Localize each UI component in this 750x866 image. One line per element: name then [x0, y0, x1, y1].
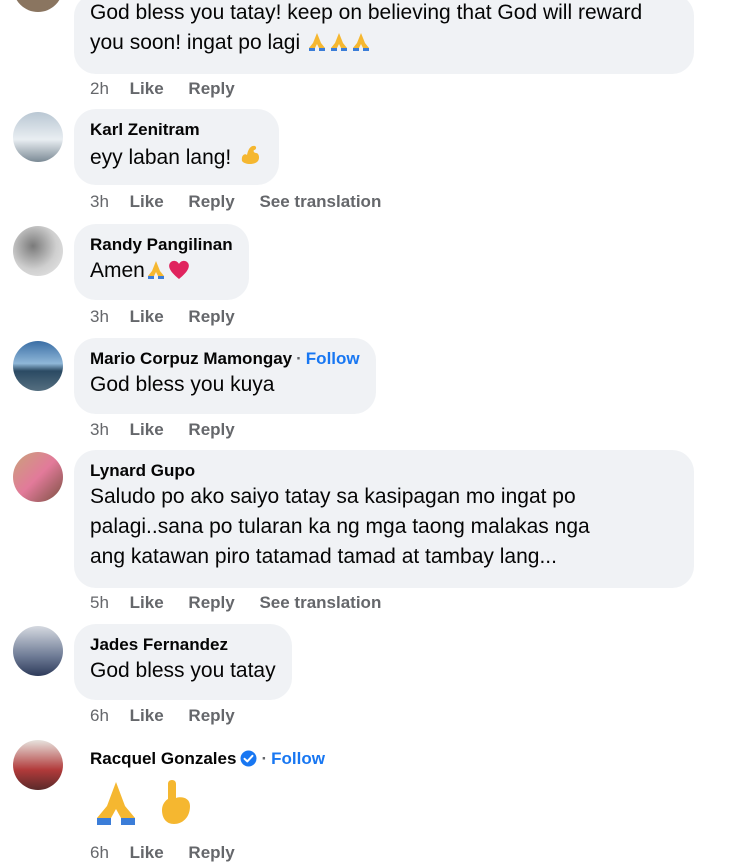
like-button[interactable]: Like	[130, 843, 164, 862]
comment-actions: 3h Like Reply See translation	[90, 192, 401, 212]
reply-button[interactable]: Reply	[188, 79, 234, 98]
comment-actions: 3h Like Reply	[90, 420, 255, 440]
avatar[interactable]	[13, 0, 63, 12]
reply-button[interactable]: Reply	[188, 192, 234, 211]
index-pointing-up-icon	[162, 780, 191, 824]
comment-time[interactable]: 5h	[90, 593, 109, 612]
comment-time[interactable]: 6h	[90, 706, 109, 725]
avatar[interactable]	[13, 626, 63, 676]
like-button[interactable]: Like	[130, 420, 164, 439]
commenter-name[interactable]: Jades Fernandez	[90, 635, 228, 654]
comment-actions: 2h Like Reply	[90, 79, 255, 99]
avatar[interactable]	[13, 452, 63, 502]
red-heart-icon	[169, 260, 189, 279]
comment-text-line: palagi..sana po tularan ka ng mga taong …	[90, 515, 590, 538]
comment-bubble: Mario Corpuz Mamongay · Follow God bless y…	[74, 338, 376, 414]
comment-text-line: ang katawan piro tatamad tamad at tambay…	[90, 545, 557, 568]
comment-bubble: God bless you tatay! keep on believing t…	[74, 0, 694, 74]
comment-text: Saludo po ako saiyo tatay sa kasipagan m…	[90, 482, 678, 572]
follow-button[interactable]: Follow	[271, 749, 325, 768]
praying-hands-icon	[97, 782, 135, 825]
comment-time[interactable]: 6h	[90, 843, 109, 862]
like-button[interactable]: Like	[130, 307, 164, 326]
commenter-name[interactable]: Mario Corpuz Mamongay	[90, 349, 292, 368]
praying-hands-icon	[147, 261, 164, 279]
comment-bubble: Randy Pangilinan Amen	[74, 224, 249, 300]
avatar[interactable]	[13, 226, 63, 276]
reply-button[interactable]: Reply	[188, 843, 234, 862]
comment-text: God bless you tatay! keep on believing t…	[90, 0, 678, 58]
comment-emoji-content	[90, 776, 200, 833]
flexed-biceps-icon	[241, 145, 260, 164]
like-button[interactable]: Like	[130, 79, 164, 98]
avatar[interactable]	[13, 112, 63, 162]
avatar[interactable]	[13, 740, 63, 790]
like-button[interactable]: Like	[130, 192, 164, 211]
comment-time[interactable]: 3h	[90, 192, 109, 211]
see-translation-link[interactable]: See translation	[259, 593, 381, 612]
separator-dot: ·	[296, 349, 302, 368]
separator-dot: ·	[261, 749, 268, 768]
praying-hands-icon	[331, 33, 347, 51]
avatar[interactable]	[13, 341, 63, 391]
like-button[interactable]: Like	[130, 593, 164, 612]
comment-time[interactable]: 2h	[90, 79, 109, 98]
comment-time[interactable]: 3h	[90, 307, 109, 326]
commenter-name[interactable]: Racquel Gonzales	[90, 749, 236, 768]
comment-text-line: Saludo po ako saiyo tatay sa kasipagan m…	[90, 485, 576, 508]
comment-text: God bless you kuya	[90, 373, 275, 396]
comment-actions: 6h Like Reply	[90, 706, 255, 726]
comment-header: Racquel Gonzales · Follow	[90, 748, 325, 770]
verified-badge-icon	[240, 750, 257, 767]
commenter-name[interactable]: Karl Zenitram	[90, 120, 200, 139]
praying-hands-icon	[309, 33, 325, 51]
comment-text-part: eyy laban lang!	[90, 146, 232, 169]
comment-text-part: Amen	[90, 259, 145, 282]
comment-actions: 3h Like Reply	[90, 307, 255, 327]
like-button[interactable]: Like	[130, 706, 164, 725]
comment-time[interactable]: 3h	[90, 420, 109, 439]
comment-text: God bless you tatay	[90, 659, 276, 682]
praying-hands-icon	[353, 33, 369, 51]
commenter-name[interactable]: Randy Pangilinan	[90, 235, 233, 254]
comment-text: Amen	[90, 256, 233, 286]
comment-actions: 5h Like Reply See translation	[90, 593, 401, 613]
comment-actions: 6h Like Reply	[90, 843, 255, 863]
follow-button[interactable]: Follow	[306, 349, 360, 368]
reply-button[interactable]: Reply	[188, 706, 234, 725]
comment-bubble: Karl Zenitram eyy laban lang!	[74, 109, 280, 185]
reply-button[interactable]: Reply	[188, 593, 234, 612]
reply-button[interactable]: Reply	[188, 420, 234, 439]
comment-bubble: Lynard Gupo Saludo po ako saiyo tatay sa…	[74, 450, 694, 588]
comment-text: eyy laban lang!	[90, 141, 263, 173]
see-translation-link[interactable]: See translation	[259, 192, 381, 211]
commenter-name[interactable]: Lynard Gupo	[90, 461, 195, 480]
reply-button[interactable]: Reply	[188, 307, 234, 326]
comment-bubble: Jades Fernandez God bless you tatay	[74, 624, 292, 700]
